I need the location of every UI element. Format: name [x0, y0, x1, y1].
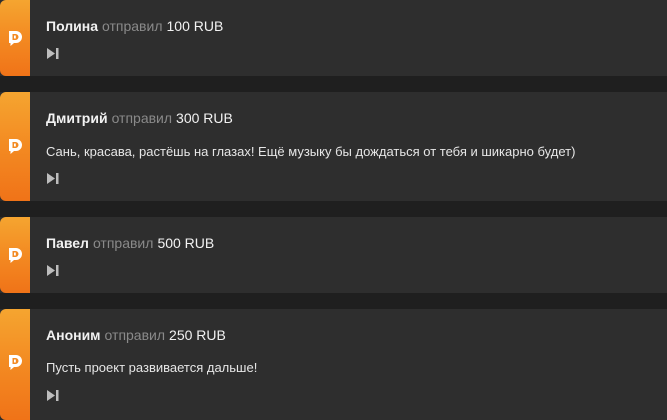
donation-message: Пусть проект развивается дальше! [46, 360, 258, 375]
donation-header: Полина отправил 100 RUB [46, 17, 223, 35]
donor-name: Аноним [46, 327, 101, 343]
sent-label: отправил [92, 235, 154, 251]
card-accent-stripe [0, 309, 30, 420]
donation-amount: 100 RUB [166, 18, 224, 34]
play-next-icon[interactable] [46, 264, 60, 277]
sent-label: отправил [104, 327, 166, 343]
donationalerts-logo-icon [9, 139, 22, 154]
donation-card: Дмитрий отправил 300 RUB Сань, красава, ра… [0, 92, 667, 201]
donation-amount: 500 RUB [157, 235, 215, 251]
donation-card: Павел отправил 500 RUB [0, 217, 667, 293]
play-next-icon[interactable] [46, 172, 60, 185]
play-next-icon[interactable] [46, 47, 60, 60]
donation-amount: 250 RUB [169, 327, 226, 343]
donation-header: Дмитрий отправил 300 RUB [46, 109, 233, 127]
card-accent-stripe [0, 0, 30, 76]
donor-name: Полина [46, 18, 99, 34]
play-next-icon[interactable] [46, 389, 60, 402]
donation-header: Аноним отправил 250 RUB [46, 326, 226, 344]
donor-name: Павел [46, 235, 89, 251]
card-accent-stripe [0, 217, 30, 293]
donor-name: Дмитрий [46, 110, 108, 126]
donationalerts-logo-icon [9, 248, 22, 263]
donation-card: Полина отправил 100 RUB [0, 0, 667, 76]
sent-label: отправил [102, 18, 163, 34]
donationalerts-logo-icon [9, 31, 22, 46]
donation-header: Павел отправил 500 RUB [46, 234, 214, 252]
donation-card: Аноним отправил 250 RUB Пусть проект разви… [0, 309, 667, 420]
donation-amount: 300 RUB [176, 110, 233, 126]
sent-label: отправил [111, 110, 173, 126]
donation-message: Сань, красава, растёшь на глазах! Ещё му… [46, 144, 576, 159]
card-accent-stripe [0, 92, 30, 201]
donationalerts-logo-icon [9, 355, 22, 370]
donation-feed: Полина отправил 100 RUB Дмитрий отправил 300… [0, 0, 667, 420]
